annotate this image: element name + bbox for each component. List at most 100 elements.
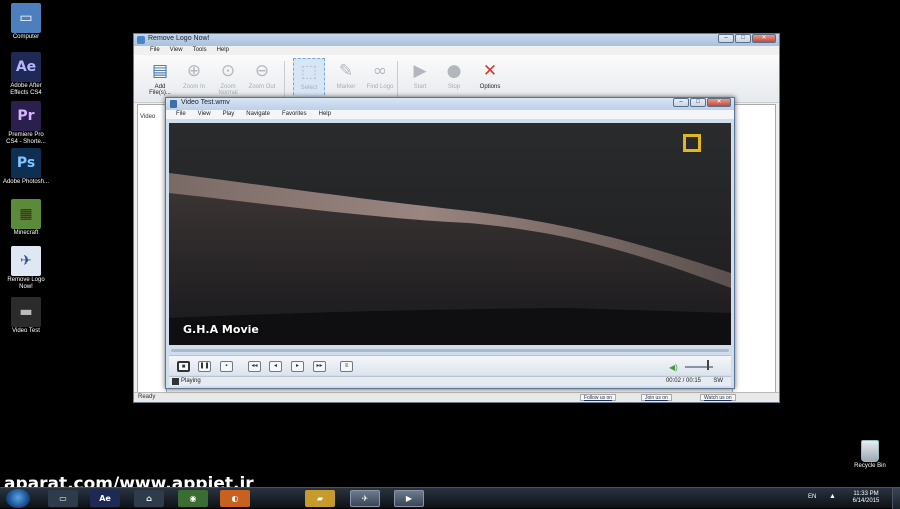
player-window-controls: – □ ✕: [673, 98, 731, 107]
find-logo-icon: ∞: [372, 61, 388, 81]
zoom-out-icon: ⊖: [254, 61, 270, 81]
player-menu-help[interactable]: Help: [319, 110, 331, 119]
video-frame[interactable]: G.H.A Movie: [169, 123, 731, 345]
rln-toolbar: ▤ Add File(s)... ⊕ Zoom In ⊙ Zoom Normal ⊖ Zoom…: [134, 55, 779, 103]
after-effects-icon: Ae: [11, 52, 41, 82]
show-desktop-button[interactable]: [892, 488, 900, 509]
desktop-icon-remove-logo[interactable]: ✈ Remove Logo Now!: [2, 246, 50, 291]
taskbar-network[interactable]: ⌂: [134, 490, 164, 507]
desktop-icon-after-effects[interactable]: Ae Adobe After Effects CS4: [2, 52, 50, 97]
add-files-button[interactable]: ▤ Add File(s)...: [144, 58, 176, 100]
player-menu-file[interactable]: File: [176, 110, 186, 119]
stop-icon: ●: [446, 61, 462, 81]
player-menu-navigate[interactable]: Navigate: [246, 110, 270, 119]
desert-dune-scene: [169, 123, 731, 345]
player-titlebar[interactable]: Video Test.wmv – □ ✕: [166, 98, 734, 110]
maximize-button[interactable]: □: [735, 34, 751, 43]
desktop-icon-photoshop[interactable]: Ps Adobe Photosh...: [2, 148, 50, 186]
close-button[interactable]: ✕: [752, 34, 776, 43]
skip-back-button[interactable]: ◂◂: [248, 361, 261, 372]
toolbar-separator: [284, 61, 285, 97]
media-file-icon: [170, 100, 177, 108]
toolbar-label: Options: [479, 84, 501, 90]
desktop-icon-computer[interactable]: ▭ Computer: [2, 3, 50, 41]
photoshop-icon: Ps: [11, 148, 41, 178]
select-button[interactable]: ⬚ Select: [293, 58, 325, 100]
marker-button[interactable]: ✎ Marker: [330, 58, 362, 100]
zoom-normal-button[interactable]: ⊙ Zoom Normal: [212, 58, 244, 100]
language-indicator[interactable]: EN: [808, 494, 816, 500]
rln-menu-file[interactable]: File: [150, 46, 160, 55]
render-mode: SW: [713, 378, 723, 384]
rln-menubar: File View Tools Help: [134, 46, 779, 55]
rln-menu-view[interactable]: View: [170, 46, 183, 55]
toolbar-label: Marker: [336, 84, 356, 90]
start-button[interactable]: [6, 489, 30, 508]
player-maximize-button[interactable]: □: [690, 98, 706, 107]
skip-forward-button[interactable]: ▸▸: [313, 361, 326, 372]
video-watermark-text: G.H.A Movie: [183, 323, 259, 336]
pause-button[interactable]: ❚❚: [198, 361, 211, 372]
clock[interactable]: 11:33 PM 6/14/2015: [846, 491, 886, 505]
rln-menu-help[interactable]: Help: [217, 46, 229, 55]
forward-button[interactable]: ▸: [291, 361, 304, 372]
taskbar-folder[interactable]: ▰: [305, 490, 335, 507]
rewind-button[interactable]: ◂: [269, 361, 282, 372]
volume-icon[interactable]: ◀): [669, 363, 678, 372]
taskbar-remove-logo-now[interactable]: ✈: [350, 490, 380, 507]
find-logo-button[interactable]: ∞ Find Logo: [364, 58, 396, 100]
rln-titlebar[interactable]: Remove Logo Now! – □ ✕: [134, 34, 779, 46]
seek-bar[interactable]: [171, 349, 729, 352]
taskbar-explorer-window[interactable]: ▭: [48, 490, 78, 507]
toolbar-label: Zoom Out: [248, 84, 276, 90]
select-icon: ⬚: [300, 62, 318, 82]
player-minimize-button[interactable]: –: [673, 98, 689, 107]
zoom-out-button[interactable]: ⊖ Zoom Out: [246, 58, 278, 100]
player-controls: ◀) ■ ❚❚ ▪ ◂◂ ◂ ▸ ▸▸ ≡: [169, 355, 731, 375]
desktop-icon-minecraft[interactable]: ▦ Minecraft: [2, 199, 50, 237]
stop-button[interactable]: ● Stop: [438, 58, 470, 100]
zoom-in-button[interactable]: ⊕ Zoom In: [178, 58, 210, 100]
player-statusbar: Playing 00:02 / 00:15 SW: [169, 376, 731, 386]
tray-expand-icon[interactable]: ▲: [829, 493, 836, 500]
player-window-title: Video Test.wmv: [181, 99, 230, 106]
taskbar-chrome[interactable]: ◉: [178, 490, 208, 507]
player-menu-view[interactable]: View: [198, 110, 211, 119]
volume-knob[interactable]: [707, 360, 709, 370]
video-file-icon: ▬: [11, 297, 41, 327]
taskbar-after-effects[interactable]: Ae: [90, 490, 120, 507]
yellow-frame-logo: [683, 134, 701, 152]
options-icon: ✕: [482, 61, 498, 81]
options-button[interactable]: ✕ Options: [474, 58, 506, 100]
add-files-icon: ▤: [151, 61, 169, 81]
follow-us-link[interactable]: Follow us on: [580, 394, 617, 401]
remove-logo-icon: ✈: [11, 246, 41, 276]
recycle-bin[interactable]: Recycle Bin: [846, 440, 894, 469]
media-player-window[interactable]: Video Test.wmv – □ ✕ File View Play Navigat…: [165, 97, 735, 389]
frame-step-button[interactable]: ▪: [220, 361, 233, 372]
start-button[interactable]: ▶ Start: [404, 58, 436, 100]
player-menu-favorites[interactable]: Favorites: [282, 110, 307, 119]
rln-window-title: Remove Logo Now!: [148, 35, 210, 42]
stop-button[interactable]: ■: [177, 361, 190, 372]
player-menu-play[interactable]: Play: [223, 110, 235, 119]
playback-time: 00:02 / 00:15: [665, 378, 701, 384]
minimize-button[interactable]: –: [718, 34, 734, 43]
taskbar-firefox[interactable]: ◐: [220, 490, 250, 507]
play-state: Playing: [181, 378, 201, 384]
rln-menu-tools[interactable]: Tools: [193, 46, 207, 55]
marker-icon: ✎: [338, 61, 354, 81]
desktop-icon-label: Remove Logo Now!: [7, 277, 45, 290]
player-menubar: File View Play Navigate Favorites Help: [166, 110, 734, 119]
playlist-button[interactable]: ≡: [340, 361, 353, 372]
video-list-pane[interactable]: Video: [137, 104, 167, 394]
taskbar-media-player[interactable]: ▶: [394, 490, 424, 507]
clock-date: 6/14/2015: [852, 498, 880, 504]
premiere-icon: Pr: [11, 101, 41, 131]
desktop-icon-premiere[interactable]: Pr Premiere Pro CS4 - Shorte...: [2, 101, 50, 146]
join-us-link[interactable]: Join us on: [641, 394, 672, 401]
desktop-icon-video-file[interactable]: ▬ Video Test: [2, 297, 50, 335]
player-close-button[interactable]: ✕: [707, 98, 731, 107]
watch-us-link[interactable]: Watch us on: [700, 394, 736, 401]
zoom-normal-icon: ⊙: [220, 61, 236, 81]
